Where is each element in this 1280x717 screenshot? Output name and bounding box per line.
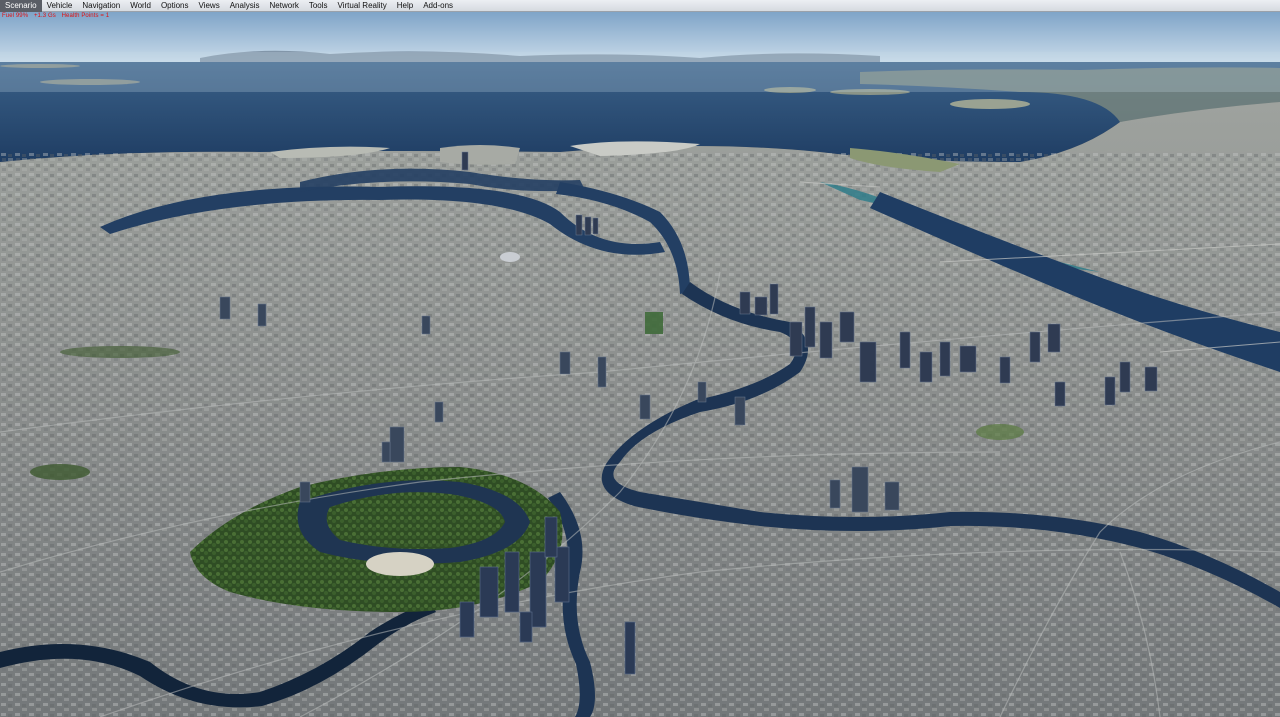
status-readout: Fuel 99% +1.3 Gs Health Points = 1: [2, 12, 113, 20]
menu-options[interactable]: Options: [156, 0, 194, 12]
menu-analysis[interactable]: Analysis: [225, 0, 265, 12]
menu-add-ons[interactable]: Add-ons: [418, 0, 458, 12]
aerial-city-view-icon: [0, 12, 1280, 717]
menu-world[interactable]: World: [125, 0, 156, 12]
fuel-readout: Fuel 99%: [2, 13, 29, 19]
menu-views[interactable]: Views: [194, 0, 225, 12]
simulator-window: Scenario Vehicle Navigation World Option…: [0, 0, 1280, 717]
menu-scenario[interactable]: Scenario: [0, 0, 42, 12]
menu-tools[interactable]: Tools: [304, 0, 333, 12]
menu-bar: Scenario Vehicle Navigation World Option…: [0, 0, 1280, 12]
menu-navigation[interactable]: Navigation: [77, 0, 125, 12]
menu-help[interactable]: Help: [392, 0, 418, 12]
menu-network[interactable]: Network: [265, 0, 304, 12]
menu-virtual-reality[interactable]: Virtual Reality: [333, 0, 392, 12]
g-force-readout: +1.3 Gs: [33, 13, 56, 19]
health-readout: Health Points = 1: [61, 13, 110, 19]
3d-scenery-view[interactable]: [0, 12, 1280, 717]
menu-vehicle[interactable]: Vehicle: [42, 0, 78, 12]
